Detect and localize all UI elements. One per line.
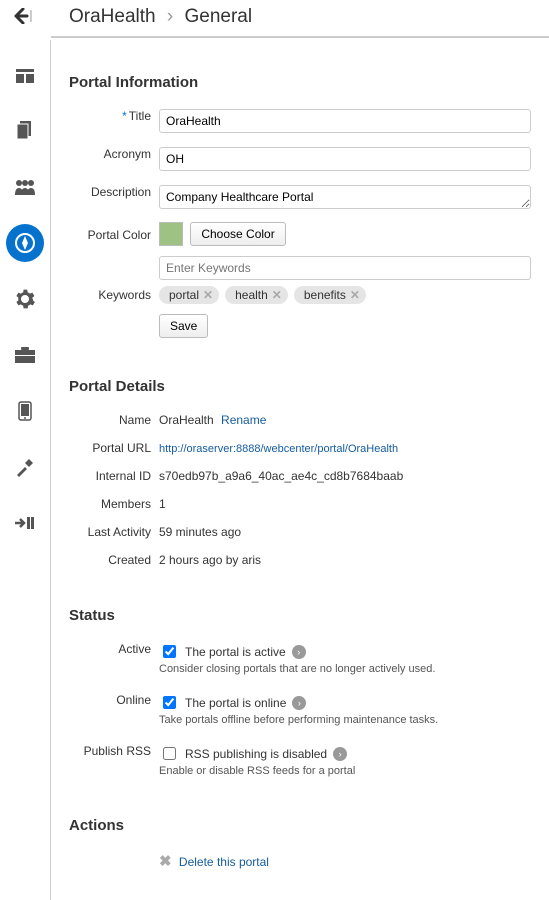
pages-icon[interactable] [6,112,44,150]
online-text: The portal is online [185,696,286,710]
keyword-label: health [235,288,268,302]
active-help: Consider closing portals that are no lon… [159,663,531,675]
label-active: Active [69,638,159,656]
label-acronym: Acronym [69,143,159,161]
build-icon[interactable] [6,448,44,486]
dashboard-icon[interactable] [6,56,44,94]
delete-icon: ✖ [159,853,172,870]
rss-checkbox[interactable] [163,747,176,760]
save-button[interactable]: Save [159,314,208,338]
expand-active-icon[interactable]: › [292,645,306,659]
section-portal-details: Portal Details [69,378,531,395]
remove-keyword-icon[interactable]: ✕ [203,288,213,302]
keyword-tag: benefits ✕ [294,286,366,304]
label-url: Portal URL [69,437,159,455]
choose-color-button[interactable]: Choose Color [190,222,285,246]
keyword-label: portal [169,288,199,302]
label-description: Description [69,181,159,199]
expand-rss-icon[interactable]: › [333,747,347,761]
keyword-tag: health ✕ [225,286,288,304]
keyword-tag: portal ✕ [159,286,219,304]
section-portal-info: Portal Information [69,74,531,91]
section-actions: Actions [69,817,531,834]
label-keywords: Keywords [69,284,159,302]
active-text: The portal is active [185,645,286,659]
active-checkbox[interactable] [163,645,176,658]
settings-icon[interactable] [6,280,44,318]
portal-url-link[interactable]: http://oraserver:8888/webcenter/portal/O… [159,443,398,455]
breadcrumb-current: General [185,6,253,27]
mobile-icon[interactable] [6,392,44,430]
label-rss: Publish RSS [69,740,159,758]
chevron-right-icon: › [167,6,173,27]
label-last-activity: Last Activity [69,521,159,539]
back-arrow-icon[interactable] [14,4,36,30]
color-swatch [159,222,183,246]
label-created: Created [69,549,159,567]
internal-id-value: s70edb97b_a9a6_40ac_ae4c_cd8b7684baab [159,465,531,483]
label-members: Members [69,493,159,511]
keywords-input[interactable] [159,256,531,280]
label-color: Portal Color [69,222,159,242]
rss-text: RSS publishing is disabled [185,747,327,761]
label-online: Online [69,689,159,707]
label-title: Title [129,109,151,123]
label-internal-id: Internal ID [69,465,159,483]
title-input[interactable] [159,109,531,133]
acronym-input[interactable] [159,147,531,171]
online-help: Take portals offline before performing m… [159,714,531,726]
compass-icon[interactable] [6,224,44,262]
name-value: OraHealth [159,413,214,427]
section-status: Status [69,607,531,624]
remove-keyword-icon[interactable]: ✕ [350,288,360,302]
rss-help: Enable or disable RSS feeds for a portal [159,765,531,777]
description-input[interactable] [159,185,531,209]
last-activity-value: 59 minutes ago [159,521,531,539]
keyword-label: benefits [304,288,346,302]
left-nav [0,0,50,900]
members-value: 1 [159,493,531,511]
label-name: Name [69,409,159,427]
breadcrumb: OraHealth › General [51,0,549,38]
members-icon[interactable] [6,168,44,206]
rename-link[interactable]: Rename [221,413,266,427]
expand-online-icon[interactable]: › [292,696,306,710]
remove-keyword-icon[interactable]: ✕ [272,288,282,302]
created-value: 2 hours ago by aris [159,549,531,567]
toolbox-icon[interactable] [6,336,44,374]
import-icon[interactable] [6,504,44,542]
online-checkbox[interactable] [163,696,176,709]
delete-portal-link[interactable]: Delete this portal [179,855,269,869]
breadcrumb-parent[interactable]: OraHealth [69,6,156,27]
